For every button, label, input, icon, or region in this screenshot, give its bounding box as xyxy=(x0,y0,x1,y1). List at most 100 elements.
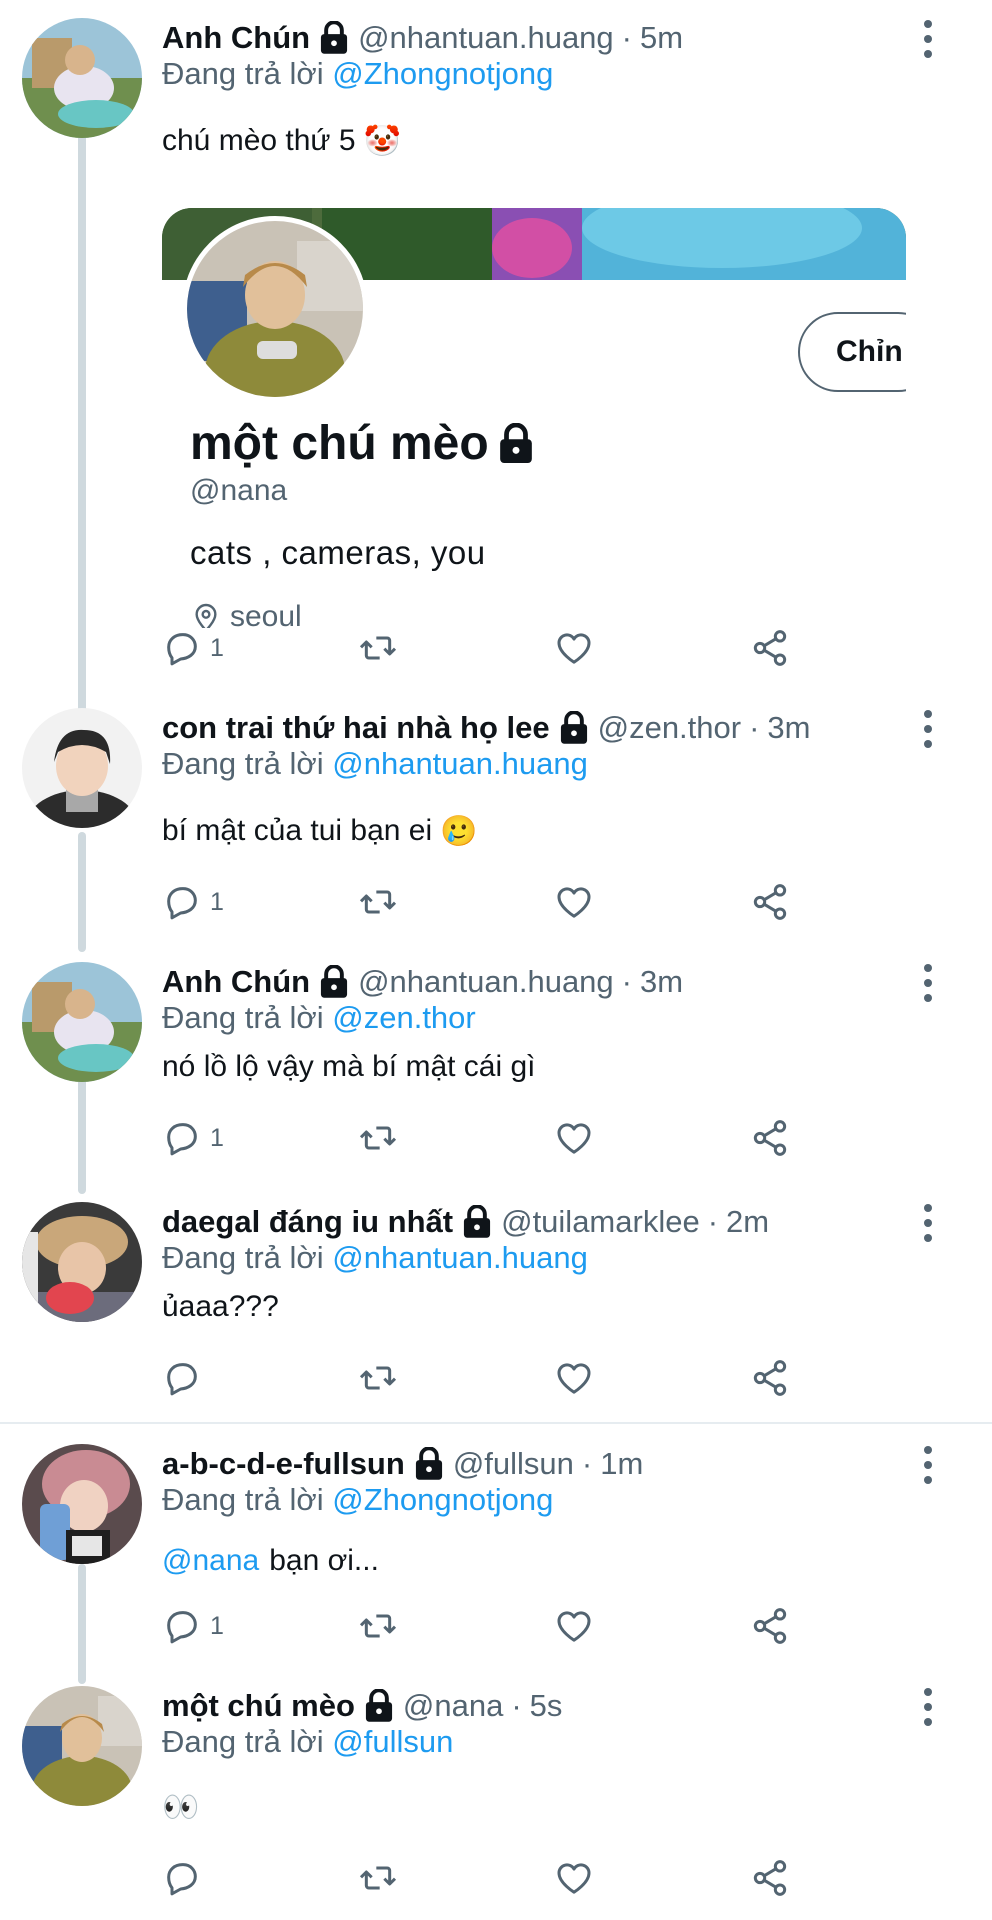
smiling-tear-emoji: 🥲 xyxy=(440,814,478,848)
like-button[interactable] xyxy=(554,626,594,670)
more-vertical-icon[interactable] xyxy=(922,1688,934,1726)
reply-button[interactable]: 1 xyxy=(162,880,224,924)
share-button[interactable] xyxy=(750,1856,790,1900)
tweet[interactable]: một chú mèo @nana · 5s Đang trả lời @ful… xyxy=(0,1686,992,1896)
avatar[interactable] xyxy=(22,1444,142,1564)
profile-location: seoul xyxy=(190,600,302,628)
like-button[interactable] xyxy=(554,1856,594,1900)
user-handle[interactable]: @nhantuan.huang xyxy=(358,20,614,56)
user-handle[interactable]: @nhantuan.huang xyxy=(358,964,614,1000)
avatar-image xyxy=(22,1202,142,1322)
tweet-text: @nana bạn ơi... xyxy=(162,1540,379,1582)
reply-button[interactable] xyxy=(162,1356,202,1400)
avatar-image xyxy=(22,18,142,138)
timestamp[interactable]: 1m xyxy=(600,1446,643,1482)
user-handle[interactable]: @fullsun xyxy=(453,1446,574,1482)
retweet-button[interactable] xyxy=(358,880,398,924)
text-mention-link[interactable]: @nana xyxy=(162,1544,259,1578)
dot-separator: · xyxy=(581,1446,593,1481)
tweet-text: bí mật của tui bạn ei 🥲 xyxy=(162,810,478,852)
tweet-header: con trai thứ hai nhà họ lee @zen.thor · … xyxy=(162,708,811,748)
display-name[interactable]: Anh Chún xyxy=(162,964,310,1000)
retweet-button[interactable] xyxy=(358,1356,398,1400)
timestamp[interactable]: 3m xyxy=(640,964,683,1000)
profile-location-text: seoul xyxy=(230,600,302,628)
reply-icon xyxy=(162,1358,202,1398)
profile-card-embed[interactable]: Chỉn một chú mèo @nana cats , cameras, y… xyxy=(162,208,906,628)
share-button[interactable] xyxy=(750,626,790,670)
tweet-actions xyxy=(162,1356,802,1400)
reply-count: 1 xyxy=(210,633,224,662)
avatar[interactable] xyxy=(22,708,142,828)
timestamp[interactable]: 5s xyxy=(530,1688,563,1724)
share-button[interactable] xyxy=(750,1356,790,1400)
more-vertical-icon[interactable] xyxy=(922,20,934,58)
timestamp[interactable]: 2m xyxy=(726,1204,769,1240)
tweet-header: daegal đáng iu nhất @tuilamarklee · 2m xyxy=(162,1202,769,1242)
reply-context: Đang trả lời @nhantuan.huang xyxy=(162,1240,588,1280)
reply-context: Đang trả lời @Zhongnotjong xyxy=(162,1482,553,1522)
tweet-header: a-b-c-d-e-fullsun @fullsun · 1m xyxy=(162,1444,643,1484)
heart-icon xyxy=(554,628,594,668)
avatar[interactable] xyxy=(22,962,142,1082)
tweet[interactable]: Anh Chún @nhantuan.huang · 5m Đang trả l… xyxy=(0,18,992,688)
timestamp[interactable]: 5m xyxy=(640,20,683,56)
profile-avatar[interactable] xyxy=(182,216,368,402)
avatar[interactable] xyxy=(22,1202,142,1322)
reply-mention-link[interactable]: @nhantuan.huang xyxy=(332,746,588,781)
user-handle[interactable]: @tuilamarklee xyxy=(501,1204,700,1240)
retweet-icon xyxy=(358,1606,398,1646)
timestamp[interactable]: 3m xyxy=(767,710,810,746)
tweet-header: Anh Chún @nhantuan.huang · 5m xyxy=(162,18,683,58)
like-button[interactable] xyxy=(554,1356,594,1400)
user-handle[interactable]: @zen.thor xyxy=(598,710,741,746)
avatar[interactable] xyxy=(22,18,142,138)
reply-mention-link[interactable]: @nhantuan.huang xyxy=(332,1240,588,1275)
reply-icon xyxy=(162,628,202,668)
tweet[interactable]: daegal đáng iu nhất @tuilamarklee · 2m Đ… xyxy=(0,1202,992,1402)
reply-prefix: Đang trả lời xyxy=(162,1724,324,1759)
reply-context: Đang trả lời @fullsun xyxy=(162,1724,453,1764)
retweet-button[interactable] xyxy=(358,1856,398,1900)
reply-button[interactable] xyxy=(162,1856,202,1900)
more-vertical-icon[interactable] xyxy=(922,1204,934,1242)
reply-icon xyxy=(162,882,202,922)
user-handle[interactable]: @nana xyxy=(403,1688,503,1724)
profile-avatar-image xyxy=(187,221,363,397)
more-vertical-icon[interactable] xyxy=(922,710,934,748)
reply-mention-link[interactable]: @Zhongnotjong xyxy=(332,56,553,91)
share-button[interactable] xyxy=(750,880,790,924)
reply-mention-link[interactable]: @Zhongnotjong xyxy=(332,1482,553,1517)
tweet-actions: 1 xyxy=(162,626,802,670)
like-button[interactable] xyxy=(554,1604,594,1648)
retweet-button[interactable] xyxy=(358,1116,398,1160)
tweet[interactable]: a-b-c-d-e-fullsun @fullsun · 1m Đang trả… xyxy=(0,1444,992,1644)
reply-button[interactable]: 1 xyxy=(162,1116,224,1160)
share-button[interactable] xyxy=(750,1116,790,1160)
display-name[interactable]: a-b-c-d-e-fullsun xyxy=(162,1446,405,1482)
avatar[interactable] xyxy=(22,1686,142,1806)
retweet-button[interactable] xyxy=(358,1604,398,1648)
display-name[interactable]: Anh Chún xyxy=(162,20,310,56)
like-button[interactable] xyxy=(554,880,594,924)
display-name[interactable]: một chú mèo xyxy=(162,1688,355,1724)
reply-button[interactable]: 1 xyxy=(162,626,224,670)
more-vertical-icon[interactable] xyxy=(922,1446,934,1484)
more-vertical-icon[interactable] xyxy=(922,964,934,1002)
display-name[interactable]: daegal đáng iu nhất xyxy=(162,1204,453,1240)
reply-mention-link[interactable]: @fullsun xyxy=(332,1724,453,1759)
edit-profile-button[interactable]: Chỉn xyxy=(798,312,906,392)
heart-icon xyxy=(554,1358,594,1398)
clown-emoji: 🤡 xyxy=(363,124,401,158)
reply-prefix: Đang trả lời xyxy=(162,1000,324,1035)
share-icon xyxy=(750,1358,790,1398)
reply-mention-link[interactable]: @zen.thor xyxy=(332,1000,475,1035)
like-button[interactable] xyxy=(554,1116,594,1160)
tweet[interactable]: con trai thứ hai nhà họ lee @zen.thor · … xyxy=(0,708,992,928)
reply-button[interactable]: 1 xyxy=(162,1604,224,1648)
reply-prefix: Đang trả lời xyxy=(162,746,324,781)
retweet-button[interactable] xyxy=(358,626,398,670)
tweet[interactable]: Anh Chún @nhantuan.huang · 3m Đang trả l… xyxy=(0,962,992,1162)
display-name[interactable]: con trai thứ hai nhà họ lee xyxy=(162,710,550,746)
share-button[interactable] xyxy=(750,1604,790,1648)
